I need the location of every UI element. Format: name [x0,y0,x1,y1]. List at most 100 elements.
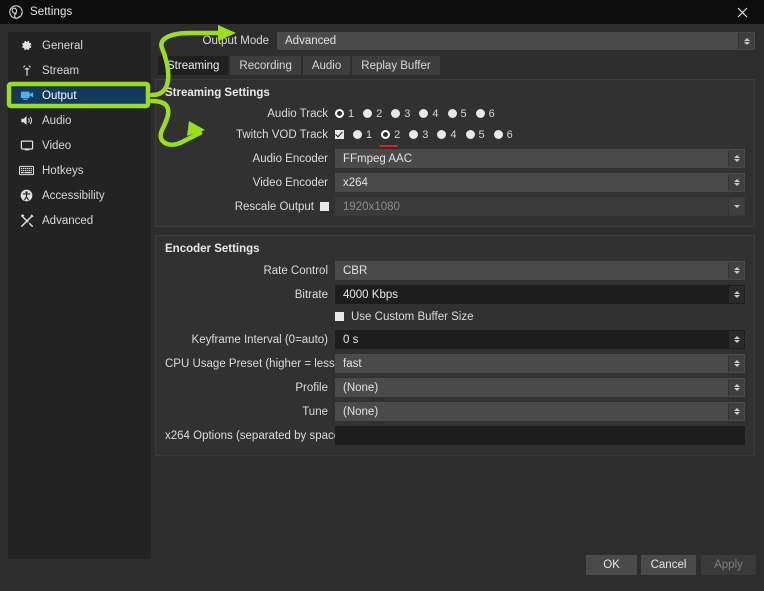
audio-track-option-1[interactable]: 1 [335,108,354,120]
bitrate-label: Bitrate [294,288,328,301]
tab-recording[interactable]: Recording [230,56,301,75]
tab-label: Recording [239,59,292,72]
audio-encoder-row: Audio Encoder FFmpeg AAC [165,149,745,168]
rescale-output-label: Rescale Output [234,200,314,213]
spinner-updown-icon[interactable] [728,150,744,167]
profile-select[interactable]: (None) [335,378,745,397]
rescale-output-checkbox[interactable] [320,202,329,211]
encoder-settings-group: Encoder Settings Rate Control CBR Bitrat… [155,235,755,456]
rescale-output-row: Rescale Output 1920x1080 [165,197,745,216]
rescale-output-value: 1920x1080 [343,200,400,213]
radio-label: 6 [488,107,495,120]
spinner-updown-icon[interactable] [728,355,744,372]
cpu-preset-value: fast [343,357,362,370]
window-body: General Stream Output Audio Video Hotkey… [0,24,764,591]
tab-audio[interactable]: Audio [302,56,351,75]
sidebar-item-accessibility[interactable]: Accessibility [9,183,150,208]
audio-track-option-4[interactable]: 4 [419,108,439,120]
radio-icon [493,130,503,139]
keyframe-interval-label: Keyframe Interval (0=auto) [191,333,328,346]
rate-control-select[interactable]: CBR [335,261,745,280]
tab-label: Replay Buffer [361,59,431,72]
streaming-settings-title: Streaming Settings [165,87,270,99]
video-encoder-select[interactable]: x264 [335,173,745,192]
radio-icon [335,109,344,118]
radio-icon [475,109,485,118]
vod-track-option-5[interactable]: 5 [465,128,485,141]
bitrate-row: Bitrate 4000 Kbps [165,285,745,304]
video-encoder-value: x264 [343,176,368,189]
tune-label: Tune [302,405,328,418]
spinner-updown-icon[interactable] [728,331,744,348]
x264-options-input[interactable] [335,426,745,445]
vod-track-option-6[interactable]: 6 [493,128,513,141]
spinner-updown-icon[interactable] [728,379,744,396]
audio-track-row: Audio Track 1 2 3 4 5 6 [165,105,745,122]
tab-replay-buffer[interactable]: Replay Buffer [352,56,440,75]
spinner-updown-icon[interactable] [738,33,754,49]
vod-track-option-1[interactable]: 1 [353,129,372,141]
output-mode-select[interactable]: Advanced [277,32,755,50]
chevron-down-icon[interactable] [728,198,744,215]
sidebar-item-hotkeys[interactable]: Hotkeys [9,158,150,183]
tune-value: (None) [343,405,379,418]
vod-track-option-2[interactable]: 2 [379,128,401,147]
video-encoder-label: Video Encoder [252,176,328,189]
vod-track-option-4[interactable]: 4 [437,128,457,141]
radio-icon [409,130,419,139]
cpu-preset-select[interactable]: fast [335,354,745,373]
audio-track-option-3[interactable]: 3 [391,108,410,120]
keyframe-interval-input[interactable]: 0 s [335,330,745,349]
sidebar-item-video[interactable]: Video [9,133,150,158]
output-mode-label: Output Mode [202,35,269,47]
ok-button[interactable]: OK [586,555,637,575]
spinner-updown-icon[interactable] [728,286,744,303]
vod-track-option-3[interactable]: 3 [409,129,428,141]
vod-track-radios: 1 2 3 4 5 6 [335,128,522,147]
sidebar-item-audio[interactable]: Audio [9,108,150,133]
sidebar-item-label: Output [42,89,77,102]
radio-label: 1 [348,107,355,120]
vod-track-enable-checkbox[interactable] [335,130,344,139]
tab-streaming[interactable]: Streaming [158,56,229,75]
sidebar-item-label: Accessibility [42,189,105,202]
close-icon[interactable] [720,0,764,24]
title-bar: Settings [0,0,764,24]
bitrate-input[interactable]: 4000 Kbps [335,285,745,304]
audio-track-option-6[interactable]: 6 [475,107,495,120]
radio-label: 6 [506,128,513,141]
audio-encoder-select[interactable]: FFmpeg AAC [335,149,745,168]
vod-track-row: Twitch VOD Track 1 2 3 4 5 6 [165,126,745,147]
radio-label: 3 [404,107,411,120]
audio-encoder-value: FFmpeg AAC [343,152,413,165]
radio-label: 4 [450,128,457,141]
rate-control-row: Rate Control CBR [165,261,745,280]
tab-label: Audio [311,59,342,72]
sidebar-item-advanced[interactable]: Advanced [9,208,150,233]
audio-track-option-5[interactable]: 5 [447,107,467,120]
custom-buffer-row: Use Custom Buffer Size [335,309,745,324]
spinner-updown-icon[interactable] [728,174,744,191]
cancel-button[interactable]: Cancel [641,555,696,575]
spinner-updown-icon[interactable] [728,262,744,279]
x264-options-label: x264 Options (separated by space) [165,429,335,442]
radio-icon [391,109,401,118]
sidebar-item-stream[interactable]: Stream [9,58,150,83]
sidebar-item-output[interactable]: Output [9,83,150,108]
tune-select[interactable]: (None) [335,402,745,421]
rescale-output-select[interactable]: 1920x1080 [335,197,745,216]
spinner-updown-icon[interactable] [728,403,744,420]
encoder-settings-title: Encoder Settings [165,243,260,255]
audio-track-option-2[interactable]: 2 [363,108,382,120]
radio-label: 2 [394,128,401,141]
apply-button[interactable]: Apply [701,555,756,575]
custom-buffer-checkbox[interactable] [335,312,344,321]
video-encoder-row: Video Encoder x264 [165,173,745,192]
radio-label: 5 [478,128,485,141]
tools-icon [19,213,34,228]
window-title: Settings [30,6,73,18]
rate-control-label: Rate Control [263,264,328,277]
radio-label: 5 [460,107,467,120]
sidebar-item-label: Hotkeys [42,164,84,177]
sidebar-item-general[interactable]: General [9,33,150,58]
